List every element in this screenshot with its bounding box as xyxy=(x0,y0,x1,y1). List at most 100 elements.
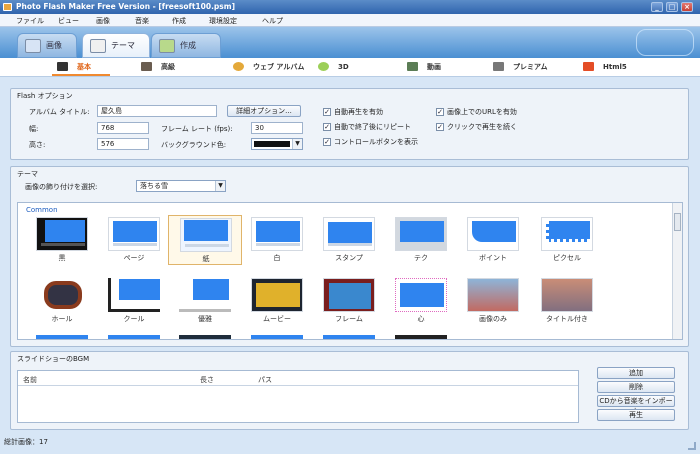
album-title-input[interactable]: 屋久島 xyxy=(97,105,217,117)
theme-white-label: 白 xyxy=(273,254,281,262)
subtab-3d-label: 3D xyxy=(338,63,349,71)
theme-cool-thumbnail xyxy=(108,278,160,312)
tab-create[interactable]: 作成 xyxy=(151,33,221,58)
bgm-group-label: スライドショーのBGM xyxy=(17,355,90,363)
theme-point-label: ボイント xyxy=(479,254,507,262)
width-label: 幅: xyxy=(29,125,39,133)
autoplay-checkbox[interactable]: ✓ 自動再生を有効 xyxy=(323,108,383,117)
theme-stamp-thumbnail xyxy=(323,217,375,251)
theme-pixel[interactable]: ピクセル xyxy=(530,215,604,265)
add-music-button[interactable]: 追加 xyxy=(597,367,675,379)
theme-hole-thumbnail xyxy=(36,278,88,312)
image-url-checkbox[interactable]: ✓ 画像上でのURLを有効 xyxy=(436,108,517,117)
menu-settings[interactable]: 環境設定 xyxy=(209,16,237,26)
chevron-down-icon: ▼ xyxy=(215,181,225,191)
theme-white-thumbnail xyxy=(251,217,303,251)
tab-image[interactable]: 画像 xyxy=(17,33,77,58)
next-row-preview xyxy=(323,335,375,339)
subtab-3d[interactable]: 3D xyxy=(313,58,367,76)
close-button[interactable]: × xyxy=(681,2,693,12)
menu-view[interactable]: ビュー xyxy=(58,16,79,26)
framerate-input[interactable]: 30 xyxy=(251,122,303,134)
decoration-label: 画像の飾り付けを選択: xyxy=(25,183,98,191)
theme-page[interactable]: ページ xyxy=(97,215,171,265)
menu-music[interactable]: 音楽 xyxy=(135,16,149,26)
delete-music-button[interactable]: 削除 xyxy=(597,381,675,393)
active-tab-indicator xyxy=(52,74,110,76)
theme-black-label: 黒 xyxy=(58,254,66,262)
theme-white[interactable]: 白 xyxy=(240,215,314,265)
theme-stamp[interactable]: スタンプ xyxy=(312,215,386,265)
detail-options-button[interactable]: 詳細オプション... xyxy=(227,105,301,117)
theme-hole[interactable]: ホール xyxy=(25,276,99,326)
menu-image[interactable]: 画像 xyxy=(96,16,110,26)
check-icon: ✓ xyxy=(323,108,331,116)
subtab-html5[interactable]: Html5 xyxy=(578,58,638,76)
theme-cool[interactable]: クール xyxy=(97,276,171,326)
minimize-button[interactable]: _ xyxy=(651,2,663,12)
next-row-preview xyxy=(108,335,160,339)
subtab-basic[interactable]: 基本 xyxy=(52,58,110,76)
theme-tech-thumbnail xyxy=(395,217,447,251)
width-input[interactable]: 768 xyxy=(97,122,149,134)
tab-create-label: 作成 xyxy=(180,41,196,50)
theme-heart[interactable]: 心 xyxy=(384,276,458,326)
subtab-advanced[interactable]: 高級 xyxy=(136,58,196,76)
resize-grip-icon[interactable] xyxy=(688,442,696,450)
image-icon xyxy=(25,39,41,53)
theme-elegant-thumbnail xyxy=(179,278,231,312)
check-icon: ✓ xyxy=(323,123,331,131)
theme-paper-thumbnail xyxy=(180,218,232,252)
theme-heart-label: 心 xyxy=(417,315,425,323)
menu-file[interactable]: ファイル xyxy=(16,16,44,26)
background-color-label: バックグラウンド色: xyxy=(161,141,227,149)
subtab-premium[interactable]: プレミアム xyxy=(488,58,560,76)
maximize-button[interactable]: □ xyxy=(666,2,678,12)
subtab-video[interactable]: 動画 xyxy=(402,58,462,76)
premium-icon xyxy=(493,62,504,71)
menu-create[interactable]: 作成 xyxy=(172,16,186,26)
theme-image-only-label: 画像のみ xyxy=(479,315,507,323)
autoplay-label: 自動再生を有効 xyxy=(334,108,383,116)
theme-paper[interactable]: 紙 xyxy=(168,215,242,265)
import-cd-button[interactable]: CDから音楽をインポート xyxy=(597,395,675,415)
click-continue-checkbox[interactable]: ✓ クリックで再生を続く xyxy=(436,123,517,132)
theme-titled-label: タイトル付き xyxy=(546,315,588,323)
theme-tech[interactable]: テク xyxy=(384,215,458,265)
window-title: Photo Flash Maker Free Version - [freeso… xyxy=(16,2,235,11)
decoration-select[interactable]: 落ちる雪 ▼ xyxy=(136,180,226,192)
film-icon xyxy=(57,62,68,71)
chevron-down-icon: ▼ xyxy=(292,139,302,149)
create-icon xyxy=(159,39,175,53)
theme-image-only[interactable]: 画像のみ xyxy=(456,276,530,326)
subtab-html5-label: Html5 xyxy=(603,63,627,71)
status-bar-text: 総計画像：17 xyxy=(4,438,48,446)
menu-bar: ファイル ビュー 画像 音楽 作成 環境設定 ヘルプ xyxy=(0,14,700,27)
subtab-basic-label: 基本 xyxy=(77,63,91,71)
theme-point[interactable]: ボイント xyxy=(456,215,530,265)
theme-black[interactable]: 黒 xyxy=(25,215,99,265)
subtab-web-album-label: ウェブ アルバム xyxy=(253,63,305,71)
control-buttons-checkbox[interactable]: ✓ コントロールボタンを表示 xyxy=(323,138,418,147)
bgm-column-path: パス xyxy=(258,376,272,384)
theme-group-label: テーマ xyxy=(17,170,38,178)
repeat-checkbox[interactable]: ✓ 自動で終了後にリピート xyxy=(323,123,411,132)
height-label: 高さ: xyxy=(29,141,46,149)
subtab-web-album[interactable]: ウェブ アルバム xyxy=(228,58,310,76)
tab-theme[interactable]: テーマ xyxy=(82,33,150,58)
scroll-thumb[interactable] xyxy=(674,213,681,231)
background-color-picker[interactable]: ▼ xyxy=(251,138,303,150)
theme-titled[interactable]: タイトル付き xyxy=(530,276,604,326)
theme-titled-thumbnail xyxy=(541,278,593,312)
height-input[interactable]: 576 xyxy=(97,138,149,150)
gallery-scrollbar[interactable] xyxy=(672,203,682,339)
theme-frame-thumbnail xyxy=(323,278,375,312)
theme-movie[interactable]: ムービー xyxy=(240,276,314,326)
subtab-premium-label: プレミアム xyxy=(513,63,548,71)
category-title: Common xyxy=(26,206,58,214)
3d-icon xyxy=(318,62,329,71)
theme-frame[interactable]: フレーム xyxy=(312,276,386,326)
menu-help[interactable]: ヘルプ xyxy=(262,16,283,26)
play-music-button[interactable]: 再生 xyxy=(597,409,675,421)
theme-elegant[interactable]: 優雅 xyxy=(168,276,242,326)
